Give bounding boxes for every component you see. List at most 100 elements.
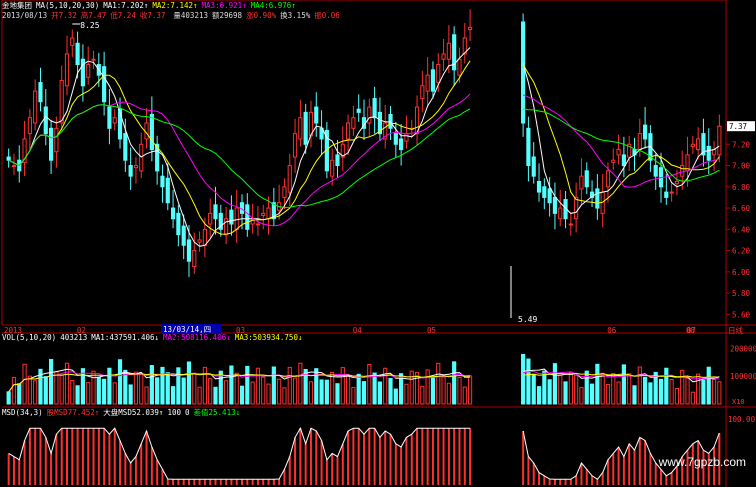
volume-bar: [717, 381, 722, 405]
volume-bar: [144, 386, 149, 405]
vol-ma-value-2: MA3:503934.750↓: [234, 333, 303, 342]
volume-bar: [133, 371, 139, 405]
candle-body: [282, 186, 287, 198]
candle-body: [441, 53, 446, 60]
msd-value-4: 差值25.413↓: [193, 408, 241, 417]
candle-body: [229, 209, 234, 225]
volume-bar: [361, 381, 367, 405]
candle-body: [123, 133, 128, 161]
ohlc-0: 开7.32: [51, 11, 77, 20]
volume-bar: [558, 374, 563, 405]
volume-bar: [356, 373, 361, 405]
volume-bar: [91, 370, 96, 405]
candle-body: [133, 165, 139, 169]
volume-bar: [298, 362, 303, 405]
volume-bar: [632, 385, 637, 405]
candle-body: [160, 175, 165, 188]
candle-body: [643, 124, 648, 140]
candle-body: [621, 154, 626, 167]
ma-value-2: MA3:6.921↑: [201, 1, 247, 10]
volume-bar: [701, 379, 706, 405]
volume-bar: [680, 369, 685, 405]
y-tick-label-5: 6.60: [732, 204, 751, 213]
candle-body: [149, 113, 154, 151]
volume-bar: [706, 366, 711, 405]
volume-bar: [643, 376, 648, 405]
volume-bar: [351, 386, 356, 405]
x-tick-label-4: 05: [427, 326, 436, 335]
candle-body: [213, 204, 218, 220]
volume-bar: [6, 391, 11, 405]
candle-body: [38, 82, 43, 103]
volume-bar: [521, 353, 526, 405]
volume-bar: [43, 376, 48, 405]
candle-body: [616, 149, 621, 156]
volume-bar: [117, 359, 123, 405]
volume-bar: [239, 385, 245, 405]
volume-bar: [213, 386, 218, 405]
volume-bar: [224, 380, 229, 405]
volume-bar: [202, 366, 207, 405]
volume-bar: [372, 372, 377, 405]
y-tick-label-6: 6.80: [732, 183, 751, 192]
candle-body: [584, 170, 589, 188]
watermark: www.7gpzb.com: [658, 455, 746, 469]
volume-bar: [11, 376, 17, 405]
candle-body: [91, 58, 96, 61]
volume-bar: [160, 366, 165, 405]
last-price-label: 7.37: [729, 122, 747, 131]
volume-bar: [552, 363, 558, 405]
volume-bar: [542, 370, 547, 405]
candle-body: [165, 177, 170, 204]
volume-bar: [80, 368, 85, 405]
candle-body: [690, 143, 695, 147]
volume-bar: [425, 369, 430, 405]
candle-body: [637, 133, 642, 151]
volume-bar: [664, 367, 669, 405]
volume-bar: [308, 381, 314, 405]
volume-bar: [59, 374, 64, 405]
volume-bar: [319, 379, 324, 405]
msd-value-3: 0: [185, 408, 190, 417]
volume-bar: [128, 384, 133, 405]
y-tick-label-4: 6.40: [732, 225, 751, 234]
volume-bar: [452, 361, 457, 405]
candle-body: [234, 207, 239, 230]
candle-body: [261, 212, 266, 216]
candle-body: [107, 106, 112, 129]
volume-bar: [266, 383, 271, 405]
volume-bar: [176, 367, 181, 405]
candle-body: [224, 218, 229, 236]
bar-change: 涨0.90%: [246, 11, 277, 20]
bar-amplitude: 振0.06: [314, 11, 340, 20]
volume-bar: [139, 373, 144, 405]
vol-value: 403213: [60, 333, 88, 342]
candle-body: [192, 250, 197, 268]
candle-body: [33, 90, 38, 124]
candle-body: [112, 117, 117, 124]
candle-body: [393, 133, 398, 145]
candle-body: [292, 133, 298, 158]
volume-bar: [547, 379, 552, 405]
candle-body: [399, 138, 404, 151]
candle-body: [664, 191, 669, 198]
volume-bar: [579, 387, 584, 405]
candle-body: [711, 149, 717, 156]
vol-tick-1: 200000: [730, 344, 756, 353]
y-tick-label-8: 7.20: [732, 140, 751, 149]
candle-body: [298, 117, 303, 140]
ma-header: 金地集团 MA(5,10,20,30) MA1:7.202↑ MA2:7.142↑ MA…: [2, 1, 304, 11]
candle-body: [245, 204, 250, 230]
candle-body: [653, 165, 658, 177]
volume-bar: [155, 377, 160, 405]
volume-bar: [86, 382, 91, 405]
candle-body: [48, 127, 54, 161]
volume-bar: [611, 372, 616, 405]
volume-bar: [271, 366, 276, 405]
candle-body: [547, 188, 552, 204]
volume-bar: [277, 378, 282, 405]
volume-bar: [690, 391, 695, 405]
candle-body: [531, 156, 536, 177]
volume-bar: [526, 358, 531, 405]
ma-value-1: MA2:7.142↑: [152, 1, 198, 10]
